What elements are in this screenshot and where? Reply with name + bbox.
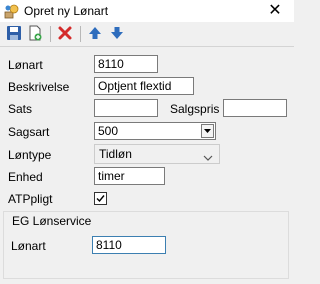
atppligt-checkbox[interactable] [94,192,107,205]
toolbar-separator [50,26,51,42]
beskrivelse-input[interactable]: Optjent flextid [94,77,194,95]
delete-icon[interactable] [57,25,75,43]
lonart-label: Lønart [8,58,43,72]
sats-input[interactable] [94,99,158,117]
salgspris-label: Salgspris [170,102,220,116]
eg-lonart-label: Lønart [11,239,46,253]
title-bar: Opret ny Lønart ✕ [0,0,294,22]
arrow-down-icon[interactable] [109,25,127,43]
atppligt-label: ATPpligt [8,192,53,206]
checkmark-icon [96,195,105,203]
eg-lonservice-group: EG Lønservice Lønart 8110 [3,211,289,279]
window-title: Opret ny Lønart [24,4,109,18]
lontype-label: Løntype [8,148,52,162]
toolbar-divider [0,46,294,47]
lontype-select[interactable]: Tidløn [94,144,220,164]
lontype-value: Tidløn [99,147,132,161]
toolbar [0,22,294,46]
sats-label: Sats [8,102,33,116]
toolbar-separator [80,26,81,42]
salgspris-input[interactable] [223,99,287,117]
eg-lonart-input[interactable]: 8110 [92,236,166,254]
enhed-input[interactable]: timer [94,167,165,185]
lonart-input[interactable]: 8110 [94,55,158,73]
sagsart-value: 500 [98,124,119,138]
group-title: EG Lønservice [12,214,92,228]
enhed-label: Enhed [8,170,43,184]
sagsart-combo[interactable]: 500 [94,122,216,140]
new-document-icon[interactable] [27,25,45,43]
beskrivelse-label: Beskrivelse [8,80,70,94]
close-icon[interactable]: ✕ [260,0,290,22]
chevron-down-icon [203,150,213,164]
arrow-up-icon[interactable] [87,25,105,43]
combo-dropdown-icon[interactable] [201,124,214,138]
sagsart-label: Sagsart [8,125,50,139]
save-icon[interactable] [6,25,24,43]
app-icon [4,3,20,19]
